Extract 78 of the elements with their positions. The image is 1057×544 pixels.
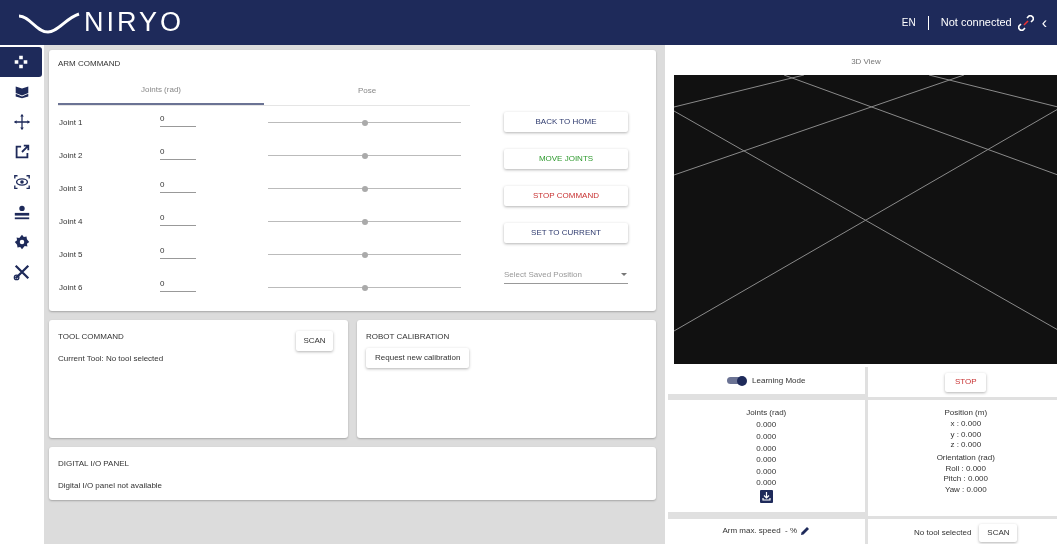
readout-value: 0.000 — [756, 442, 777, 455]
command-button[interactable]: SET TO CURRENT — [504, 223, 628, 243]
slider-track[interactable] — [268, 151, 461, 160]
learning-mode-toggle[interactable] — [727, 375, 748, 386]
joint-label: Joint 3 — [58, 182, 84, 195]
value-field[interactable]: 0 — [160, 244, 196, 259]
tool-status-text: No tool selected — [914, 527, 972, 540]
joint-label: Joint 5 — [58, 248, 84, 261]
view-title: 3D View — [850, 56, 882, 68]
pencil-icon[interactable] — [800, 526, 811, 537]
readout-title: Orientation (rad) — [936, 451, 995, 464]
move-icon — [12, 53, 30, 71]
io-status-text: Digital I/O panel not available — [58, 480, 164, 492]
speed-label: Arm max. speed - % — [722, 525, 798, 538]
readout-value: 0.000 — [756, 477, 777, 489]
tab[interactable]: Joints (rad) — [58, 76, 264, 105]
logo-text: NIRYO — [84, 9, 185, 36]
joint-label: Joint 6 — [58, 281, 84, 294]
tab[interactable]: Pose — [264, 76, 470, 105]
slider-track[interactable] — [268, 184, 461, 193]
slider-thumb[interactable] — [361, 119, 368, 126]
wave-logo-icon — [18, 11, 80, 34]
value-field[interactable]: 0 — [160, 211, 196, 226]
readout-value: Pitch : 0.000 — [943, 474, 988, 485]
value-field[interactable]: 0 — [160, 112, 196, 127]
readout-title: Joints (rad) — [746, 407, 787, 420]
collapse-button[interactable]: ‹ — [1041, 14, 1047, 31]
tools-icon — [13, 263, 31, 281]
sidebar-item[interactable] — [0, 47, 42, 77]
broken-link-icon[interactable] — [1017, 14, 1034, 31]
current-tool-text: Current Tool: No tool selected — [58, 353, 165, 365]
slider-thumb[interactable] — [361, 152, 368, 159]
caret-icon — [620, 272, 628, 277]
scan-button[interactable]: SCAN — [296, 331, 333, 351]
slider-track[interactable] — [268, 250, 461, 259]
readout-value: y : 0.000 — [950, 429, 982, 441]
language-selector[interactable]: EN — [901, 15, 916, 30]
scan-button[interactable]: SCAN — [979, 524, 1018, 543]
external-link-icon — [13, 143, 31, 161]
slider-track[interactable] — [268, 118, 461, 127]
slider-track[interactable] — [268, 283, 461, 292]
command-button[interactable]: MOVE JOINTS — [504, 149, 628, 169]
section-title: DIGITAL I/O PANEL — [58, 458, 130, 470]
slider-thumb[interactable] — [361, 218, 368, 225]
readout-value: Yaw : 0.000 — [944, 484, 987, 496]
toggle-label: Learning Mode — [752, 374, 806, 387]
eye-scan-icon — [13, 173, 31, 191]
slider-thumb[interactable] — [361, 251, 368, 258]
command-button[interactable]: BACK TO HOME — [504, 112, 628, 132]
arrows-icon — [13, 113, 31, 131]
readout-value: 0.000 — [756, 465, 777, 478]
download-icon[interactable] — [759, 489, 773, 503]
readout-value: x : 0.000 — [950, 419, 982, 430]
readout-value: Roll : 0.000 — [945, 463, 986, 475]
joint-label: Joint 2 — [58, 149, 84, 162]
value-field[interactable]: 0 — [160, 277, 196, 292]
readout-value: 0.000 — [756, 419, 777, 431]
dropdown-placeholder: Select Saved Position — [504, 268, 582, 281]
readout-value: 0.000 — [756, 454, 777, 466]
readout-title: Position (m) — [944, 407, 988, 420]
command-button[interactable]: STOP COMMAND — [504, 186, 628, 206]
readout-value: 0.000 — [756, 430, 777, 443]
slider-thumb[interactable] — [361, 185, 368, 192]
section-title: TOOL COMMAND — [58, 331, 124, 343]
calibration-button[interactable]: Request new calibration — [366, 348, 470, 368]
slider-track[interactable] — [268, 217, 461, 226]
joint-label: Joint 1 — [58, 116, 84, 129]
readout-value: z : 0.000 — [950, 440, 982, 451]
stop-button[interactable]: STOP — [945, 372, 987, 392]
value-field[interactable]: 0 — [160, 178, 196, 193]
section-title: ROBOT CALIBRATION — [366, 331, 450, 343]
joint-label: Joint 4 — [58, 215, 84, 228]
conveyor-icon — [13, 203, 31, 221]
connection-status: Not connected — [940, 15, 1012, 31]
slider-thumb[interactable] — [361, 284, 368, 291]
settings-icon — [13, 233, 31, 251]
section-title: ARM COMMAND — [58, 58, 122, 70]
value-field[interactable]: 0 — [160, 145, 196, 160]
